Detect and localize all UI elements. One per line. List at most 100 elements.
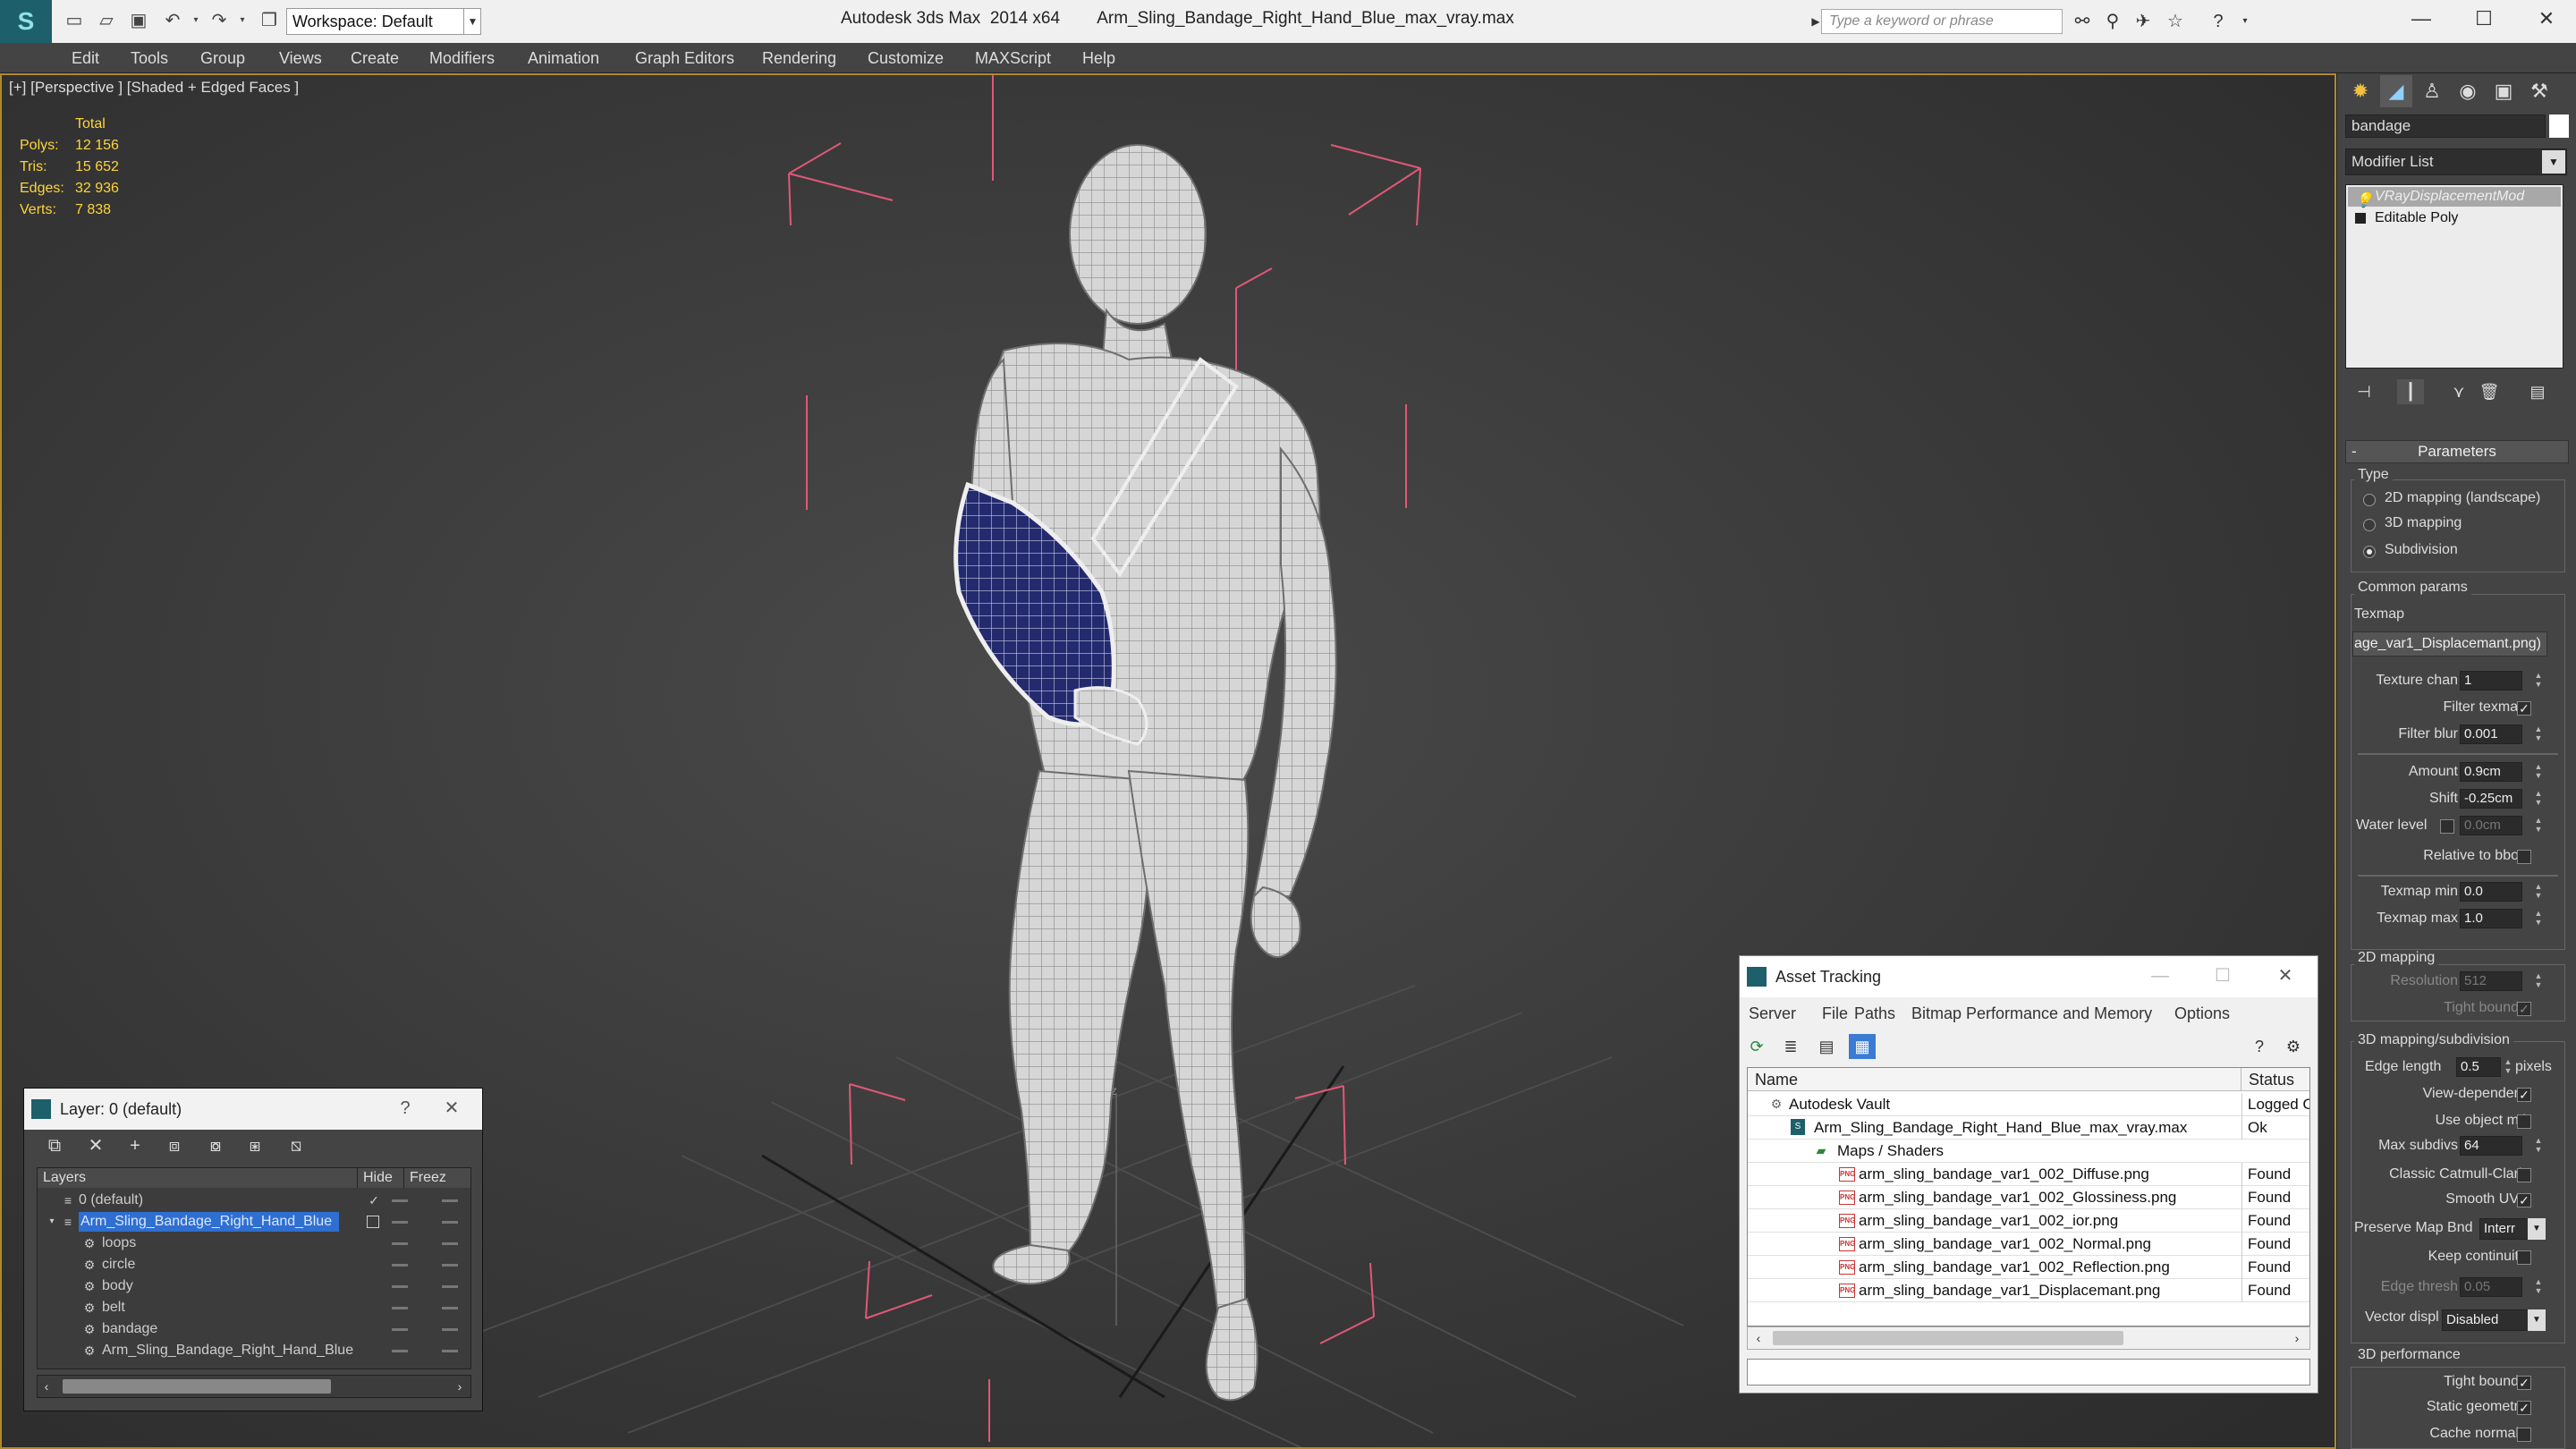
modify-tab-icon[interactable]: ◢ [2380,75,2412,107]
project-folder-icon[interactable]: ❐ [258,9,281,32]
motion-tab-icon[interactable]: ◉ [2452,75,2484,107]
chevron-down-icon[interactable]: ▼ [2528,1218,2546,1240]
app-logo-icon[interactable]: S [0,0,52,43]
hide-all-icon[interactable]: ⧆ [242,1133,267,1158]
display-tab-icon[interactable]: ▣ [2487,75,2520,107]
edge-length-spinner[interactable]: 0.5 [2456,1057,2501,1077]
asset-row[interactable]: PNG arm_sling_bandage_var1_002_Glossines… [1748,1186,2309,1209]
spinner-arrows-icon[interactable]: ▲ ▼ [2533,789,2544,809]
close-button[interactable]: ✕ [434,1089,470,1130]
object-color-swatch[interactable] [2549,114,2569,138]
chevron-down-icon[interactable]: ▼ [2528,1309,2546,1331]
remove-modifier-icon[interactable]: 🗑 [2476,379,2503,404]
vector-displ-dropdown[interactable]: Disabled [2442,1309,2529,1331]
amount-spinner[interactable]: 0.9cm [2460,762,2522,782]
layer-row[interactable]: ≡ 0 (default) ✓ [38,1190,470,1211]
settings-icon[interactable]: ⚙ [2280,1034,2307,1059]
expand-icon[interactable] [2355,213,2366,224]
hide-toggle[interactable] [392,1242,408,1245]
select-layer-icon[interactable]: ⧇ [203,1133,228,1158]
layer-row[interactable]: ⚙ Arm_Sling_Bandage_Right_Hand_Blue [38,1340,470,1361]
freeze-toggle[interactable] [442,1307,458,1309]
redo-dropdown-icon[interactable]: ▾ [231,9,254,32]
scrollbar-thumb[interactable] [1773,1331,2123,1345]
subscription-icon[interactable]: ⚲ [2100,9,2125,34]
pin-stack-icon[interactable]: ⊣ [2351,379,2377,404]
undo-icon[interactable]: ↶ [161,9,184,32]
layer-row[interactable]: ⚙ body [38,1275,470,1297]
layer-window-titlebar[interactable]: Layer: 0 (default) ? ✕ [24,1089,482,1130]
asset-horizontal-scrollbar[interactable]: ‹ › [1747,1326,2310,1350]
new-file-icon[interactable]: ▭ [63,9,86,32]
asset-row[interactable]: ▰ Maps / Shaders [1748,1140,2309,1163]
hide-toggle[interactable] [392,1199,408,1202]
menu-bitmap-performance[interactable]: Bitmap Performance and Memory [1911,997,2152,1030]
layer-row[interactable]: ▾ ≡ Arm_Sling_Bandage_Right_Hand_Blue [38,1211,470,1233]
close-button[interactable]: ✕ [2515,0,2576,39]
tight-bounds-checkbox[interactable]: ✓ [2517,1002,2531,1016]
hide-toggle[interactable] [392,1328,408,1331]
help-dropdown-icon[interactable]: ▾ [2233,9,2258,34]
static-geometry-checkbox[interactable]: ✓ [2517,1401,2531,1415]
stack-item-editable-poly[interactable]: Editable Poly [2348,208,2561,228]
configure-modifier-sets-icon[interactable]: ▤ [2524,379,2551,404]
view-dependent-checkbox[interactable]: ✓ [2517,1088,2531,1102]
menu-create[interactable]: Create [351,43,399,73]
create-layer-icon[interactable]: ⧉ [42,1133,67,1158]
hide-toggle[interactable] [392,1285,408,1288]
spinner-arrows-icon[interactable]: ▲ ▼ [2533,671,2544,691]
menu-maxscript[interactable]: MAXScript [975,43,1051,73]
collapse-icon[interactable]: - [2351,441,2357,462]
active-layer-box-icon[interactable] [367,1216,379,1228]
max-subdivs-spinner[interactable]: 64 [2460,1136,2522,1156]
hide-toggle[interactable] [392,1307,408,1309]
redo-icon[interactable]: ↷ [208,9,231,32]
spinner-arrows-icon[interactable]: ▲ ▼ [2533,1277,2544,1297]
asset-row[interactable]: ⚙ Autodesk Vault Logged O [1748,1093,2309,1116]
help-icon[interactable]: ? [2206,9,2231,34]
spinner-arrows-icon[interactable]: ▲ ▼ [2533,724,2544,744]
perf-tight-bounds-checkbox[interactable]: ✓ [2517,1376,2531,1390]
refresh-icon[interactable]: ⟳ [1743,1034,1770,1059]
radio-3d-mapping[interactable] [2363,519,2376,531]
freeze-toggle[interactable] [442,1328,458,1331]
spinner-arrows-icon[interactable]: ▲ ▼ [2533,762,2544,782]
active-layer-check-icon[interactable]: ✓ [367,1192,381,1208]
modifier-list-dropdown[interactable]: Modifier List [2345,148,2567,175]
shift-spinner[interactable]: -0.25cm [2460,789,2522,809]
scroll-left-icon[interactable]: ‹ [39,1378,54,1394]
spinner-arrows-icon[interactable]: ▲ ▼ [2533,816,2544,835]
menu-options[interactable]: Options [2174,997,2230,1030]
list-view-icon[interactable]: ≣ [1777,1034,1804,1059]
filter-texmap-checkbox[interactable]: ✓ [2517,701,2531,716]
add-to-layer-icon[interactable]: + [123,1133,148,1158]
chevron-down-icon[interactable]: ▼ [2542,150,2565,174]
menu-edit[interactable]: Edit [72,43,99,73]
communication-icon[interactable]: ✈ [2131,9,2156,34]
freeze-toggle[interactable] [442,1221,458,1224]
asset-row[interactable]: PNG arm_sling_bandage_var1_002_Reflectio… [1748,1256,2309,1279]
asset-row[interactable]: S Arm_Sling_Bandage_Right_Hand_Blue_max_… [1748,1116,2309,1140]
water-level-checkbox[interactable] [2440,819,2454,834]
freeze-toggle[interactable] [442,1264,458,1267]
texmap-button[interactable]: age_var1_Displacemant.png) [2352,631,2547,657]
menu-rendering[interactable]: Rendering [762,43,836,73]
close-button[interactable]: ✕ [2267,956,2303,997]
utilities-tab-icon[interactable]: ⚒ [2523,75,2555,107]
menu-graph-editors[interactable]: Graph Editors [635,43,734,73]
column-header-status[interactable]: Status [2241,1068,2309,1091]
minimize-button[interactable]: — [2142,956,2178,997]
parameters-rollout-header[interactable]: - Parameters [2345,440,2569,463]
undo-dropdown-icon[interactable]: ▾ [184,9,208,32]
use-object-mtl-checkbox[interactable] [2517,1114,2531,1129]
menu-file[interactable]: File [1822,997,1848,1030]
menu-group[interactable]: Group [200,43,245,73]
texmap-max-spinner[interactable]: 1.0 [2460,909,2522,928]
minimize-button[interactable]: — [2390,0,2453,39]
chevron-down-icon[interactable]: ▼ [463,8,481,35]
texmap-min-spinner[interactable]: 0.0 [2460,882,2522,902]
hide-toggle[interactable] [392,1264,408,1267]
scroll-left-icon[interactable]: ‹ [1751,1330,1766,1346]
select-objects-icon[interactable]: ⧈ [162,1133,187,1158]
hide-toggle[interactable] [392,1221,408,1224]
